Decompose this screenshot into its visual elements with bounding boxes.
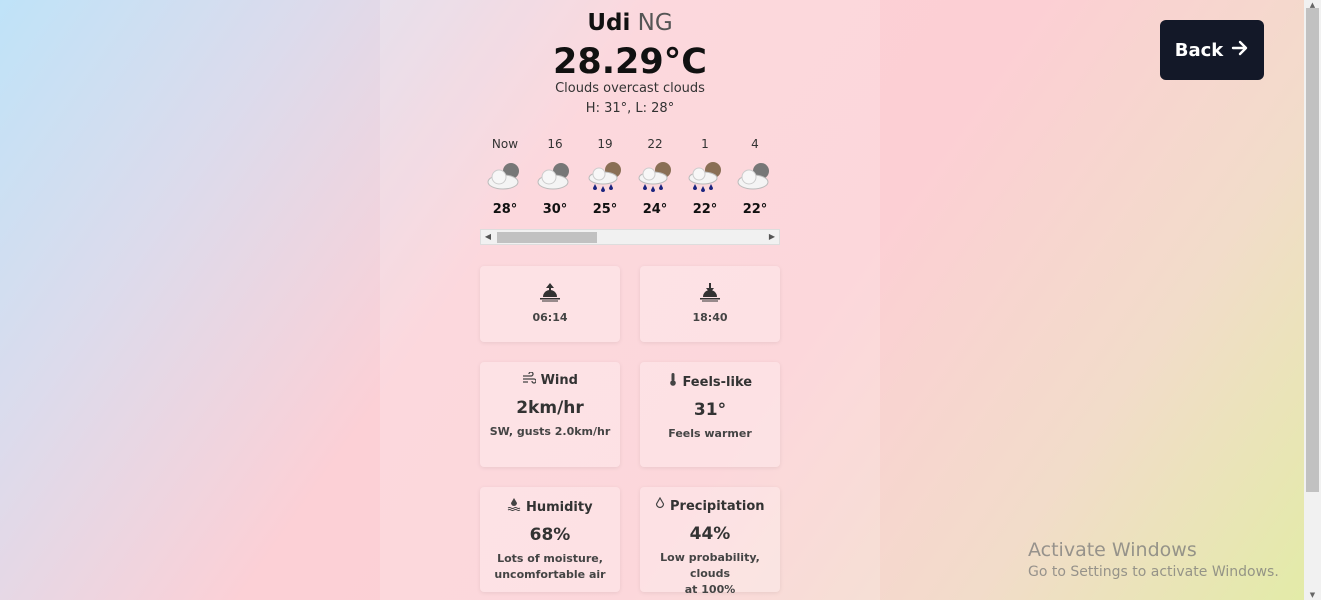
thermometer-icon bbox=[668, 373, 683, 390]
current-temperature: 28.29°C bbox=[553, 42, 707, 82]
city-name: Udi bbox=[587, 10, 631, 36]
hour-temp: 30° bbox=[542, 202, 568, 217]
sunrise-icon bbox=[480, 280, 620, 306]
precipitation-label: Precipitation bbox=[670, 499, 765, 514]
humidity-detail-line2: uncomfortable air bbox=[494, 568, 606, 581]
precipitation-card: Precipitation 44% Low probability, cloud… bbox=[640, 487, 780, 596]
precipitation-header: Precipitation bbox=[640, 496, 780, 514]
hour-temp: 25° bbox=[592, 202, 618, 217]
hourly-item: 4 22° bbox=[730, 136, 780, 217]
page-scrollbar-thumb[interactable] bbox=[1306, 8, 1319, 492]
precipitation-value: 44% bbox=[689, 524, 731, 544]
feels-like-value: 31° bbox=[693, 400, 727, 420]
scroll-left-icon[interactable]: ◀ bbox=[481, 230, 495, 244]
sunset-card: 18:40 bbox=[640, 266, 780, 342]
wind-label: Wind bbox=[540, 373, 578, 388]
hourly-scrollbar[interactable]: ◀ ▶ bbox=[480, 229, 780, 245]
cloudy-icon bbox=[730, 156, 780, 196]
hourly-item: Now 28° bbox=[480, 136, 530, 217]
page-scrollbar[interactable]: ▲ ▼ bbox=[1304, 0, 1321, 600]
humidity-icon bbox=[507, 498, 526, 515]
wind-header: Wind bbox=[480, 371, 620, 388]
feels-like-detail: Feels warmer bbox=[668, 427, 752, 440]
humidity-label: Humidity bbox=[525, 500, 593, 515]
hour-time: 16 bbox=[547, 137, 563, 151]
wind-speed: 2km/hr bbox=[516, 398, 584, 418]
wind-detail: SW, gusts 2.0km/hr bbox=[489, 425, 611, 438]
high-low-temperature: H: 31°, L: 28° bbox=[585, 101, 675, 116]
droplet-icon bbox=[655, 496, 670, 514]
precipitation-detail-line2: at 100% bbox=[684, 583, 736, 596]
hour-time: 1 bbox=[701, 137, 709, 151]
hour-temp: 22° bbox=[742, 202, 768, 217]
hourly-forecast[interactable]: Now 28° 16 30° 19 25° 22 24° 1 22° 4 22° bbox=[480, 136, 780, 226]
hour-time: Now bbox=[491, 137, 519, 151]
humidity-detail: Lots of moisture, uncomfortable air bbox=[480, 551, 620, 583]
back-button-label: Back bbox=[1174, 39, 1224, 61]
watermark-title: Activate Windows bbox=[1028, 539, 1197, 561]
back-button[interactable]: Back bbox=[1160, 20, 1264, 80]
sunrise-card: 06:14 bbox=[480, 266, 620, 342]
humidity-header: Humidity bbox=[480, 497, 620, 515]
scrollbar-thumb[interactable] bbox=[497, 232, 597, 243]
rain-cloud-icon bbox=[680, 156, 730, 196]
feels-like-label: Feels-like bbox=[682, 375, 753, 390]
sunset-icon bbox=[640, 280, 780, 306]
cloudy-icon bbox=[480, 156, 530, 196]
hour-time: 22 bbox=[647, 137, 663, 151]
hour-temp: 24° bbox=[642, 202, 668, 217]
rain-cloud-icon bbox=[630, 156, 680, 196]
sunset-time: 18:40 bbox=[692, 311, 728, 324]
hourly-item: 1 22° bbox=[680, 136, 730, 217]
hourly-item: 16 30° bbox=[530, 136, 580, 217]
humidity-detail-line1: Lots of moisture, bbox=[497, 552, 603, 565]
precipitation-detail-line1: Low probability, clouds bbox=[660, 551, 760, 580]
cloudy-icon bbox=[530, 156, 580, 196]
sunrise-time: 06:14 bbox=[532, 311, 568, 324]
hour-temp: 28° bbox=[492, 202, 518, 217]
hour-time: 4 bbox=[751, 137, 759, 151]
country-code: NG bbox=[637, 10, 673, 36]
wind-card: Wind 2km/hr SW, gusts 2.0km/hr bbox=[480, 362, 620, 467]
precipitation-detail: Low probability, clouds at 100% bbox=[640, 550, 780, 598]
feels-like-card: Feels-like 31° Feels warmer bbox=[640, 362, 780, 467]
hour-time: 19 bbox=[597, 137, 613, 151]
arrow-right-icon bbox=[1231, 39, 1249, 62]
hourly-item: 19 25° bbox=[580, 136, 630, 217]
scroll-right-icon[interactable]: ▶ bbox=[765, 230, 779, 244]
weather-description: Clouds overcast clouds bbox=[555, 81, 705, 96]
humidity-value: 68% bbox=[529, 525, 571, 545]
hour-temp: 22° bbox=[692, 202, 718, 217]
location-title: Udi NG bbox=[380, 8, 880, 38]
weather-panel: Udi NG 28.29°C Clouds overcast clouds H:… bbox=[380, 0, 880, 600]
wind-icon bbox=[522, 371, 541, 388]
humidity-card: Humidity 68% Lots of moisture, uncomfort… bbox=[480, 487, 620, 592]
rain-cloud-icon bbox=[580, 156, 630, 196]
hourly-item: 22 24° bbox=[630, 136, 680, 217]
windows-activation-watermark: Activate Windows Go to Settings to activ… bbox=[1028, 539, 1279, 580]
watermark-subtitle: Go to Settings to activate Windows. bbox=[1028, 564, 1279, 580]
feels-like-header: Feels-like bbox=[640, 372, 780, 390]
scroll-down-icon[interactable]: ▼ bbox=[1304, 590, 1321, 600]
